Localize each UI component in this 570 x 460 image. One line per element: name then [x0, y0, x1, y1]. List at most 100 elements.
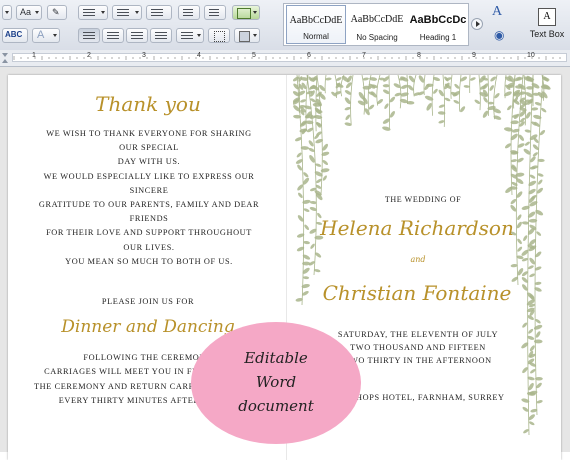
vine-leaf: [517, 246, 523, 253]
columns-button[interactable]: [232, 5, 260, 20]
bullet-list-icon: [83, 9, 95, 18]
vine-leaf: [303, 224, 309, 231]
vine-leaf: [362, 77, 369, 81]
font-color-button[interactable]: A: [32, 28, 60, 43]
binoculars-icon: ◉: [494, 28, 504, 42]
borders-icon: [214, 31, 225, 42]
vine-leaf: [389, 96, 396, 104]
numbering-button[interactable]: [112, 5, 142, 20]
borders-button[interactable]: [208, 28, 230, 43]
font-color-icon: A: [37, 29, 44, 41]
style-name: No Spacing: [347, 33, 407, 42]
indent-marker[interactable]: [0, 50, 12, 66]
vine-leaf: [529, 273, 536, 278]
line-spacing-icon: [181, 32, 193, 41]
text-box-button[interactable]: A Text Box: [525, 6, 569, 46]
thank-you-text: We wish to thank everyone for sharing ou…: [38, 127, 260, 269]
style-name: Heading 1: [408, 33, 468, 42]
vine-leaf: [296, 152, 303, 159]
vine-leaf: [464, 85, 470, 88]
vine-leaf: [444, 97, 451, 102]
style-sample: AaBbCcDc: [408, 14, 468, 26]
clear-formatting-button[interactable]: ✎: [47, 5, 67, 20]
find-replace-button[interactable]: ◉: [492, 28, 512, 44]
style-heading-1[interactable]: AaBbCcDc Heading 1: [408, 5, 468, 44]
badge-line: Editable: [191, 346, 361, 370]
style-normal[interactable]: AaBbCcDdE Normal: [286, 5, 346, 44]
vine-stem: [528, 75, 533, 435]
wedding-of-label: The Wedding of: [363, 195, 483, 204]
shading-button[interactable]: [234, 28, 260, 43]
badge-line: document: [191, 394, 361, 418]
text-line: We would especially like to express our …: [38, 170, 260, 198]
eraser-icon: ✎: [52, 7, 60, 18]
vine-leaf: [344, 106, 351, 110]
vine-leaf: [325, 77, 332, 81]
justify-button[interactable]: [150, 28, 172, 43]
change-case-icon: Aa: [20, 7, 31, 17]
style-sample: AaBbCcDdE: [347, 14, 407, 25]
vine-leaf: [535, 330, 541, 338]
vine-leaf: [489, 84, 495, 91]
change-case-button[interactable]: Aa: [16, 5, 42, 20]
ruler-number: 6: [307, 52, 311, 59]
vine-leaf: [506, 105, 512, 111]
ruler-number: 8: [417, 52, 421, 59]
vine-leaf: [300, 99, 307, 104]
ruler-number: 9: [472, 52, 476, 59]
font-size-dropdown[interactable]: [2, 5, 12, 20]
vine-leaf: [524, 129, 531, 133]
align-center-button[interactable]: [102, 28, 124, 43]
ruler-number: 10: [527, 52, 535, 59]
bullets-button[interactable]: [78, 5, 108, 20]
bride-name: Helena Richardson: [312, 216, 522, 240]
vine-leaf: [454, 83, 461, 89]
vine-leaf: [296, 164, 303, 172]
increase-indent-button[interactable]: [204, 5, 226, 20]
decrease-indent-button[interactable]: [178, 5, 200, 20]
style-sample: AaBbCcDdE: [287, 15, 345, 26]
vine-leaf: [314, 269, 321, 273]
text-line: You mean so much to both of us.: [38, 255, 260, 269]
vine-leaf: [345, 114, 351, 121]
text-highlight-button[interactable]: ABC: [2, 28, 28, 43]
styles-scroll-right-button[interactable]: [471, 18, 483, 30]
text-line: Saturday, the eleventh of July: [333, 328, 503, 341]
align-left-button[interactable]: [78, 28, 100, 43]
vine-leaf: [536, 399, 543, 404]
vine-leaf: [310, 201, 317, 205]
vine-leaf: [522, 221, 529, 225]
and-label: and: [398, 255, 438, 264]
vine-leaf: [310, 243, 316, 250]
vine-leaf: [302, 171, 309, 178]
vine-leaf: [539, 129, 546, 136]
multilevel-list-icon: [151, 9, 163, 18]
vine-leaf: [322, 175, 328, 182]
vine-leaf: [303, 276, 309, 279]
thank-you-title: Thank you: [68, 92, 228, 116]
vine-stem: [325, 75, 326, 93]
columns-icon: [237, 8, 251, 19]
text-line: We wish to thank everyone for sharing ou…: [38, 127, 260, 155]
ruler-number: 5: [252, 52, 256, 59]
vine-leaf: [535, 318, 542, 324]
text-line: for their love and support throughout ou…: [38, 226, 260, 254]
vine-leaf: [537, 159, 544, 162]
styles-gallery: AaBbCcDdE Normal AaBbCcDdE No Spacing Aa…: [283, 3, 469, 46]
line-spacing-button[interactable]: [176, 28, 204, 43]
highlight-icon: ABC: [5, 30, 22, 39]
style-no-spacing[interactable]: AaBbCcDdE No Spacing: [347, 5, 407, 44]
numbered-list-icon: [117, 9, 129, 18]
horizontal-ruler[interactable]: 12345678910: [0, 50, 570, 67]
vine-leaf: [453, 99, 460, 104]
join-label: Please join us for: [68, 297, 228, 306]
ruler-ticks: [0, 50, 570, 66]
vine-leaf: [532, 151, 539, 157]
ruler-number: 7: [362, 52, 366, 59]
vine-leaf: [322, 159, 329, 166]
change-styles-button[interactable]: A: [490, 4, 516, 24]
vine-leaf: [534, 281, 541, 285]
align-right-button[interactable]: [126, 28, 148, 43]
change-styles-icon: A: [492, 4, 502, 20]
multilevel-list-button[interactable]: [146, 5, 172, 20]
